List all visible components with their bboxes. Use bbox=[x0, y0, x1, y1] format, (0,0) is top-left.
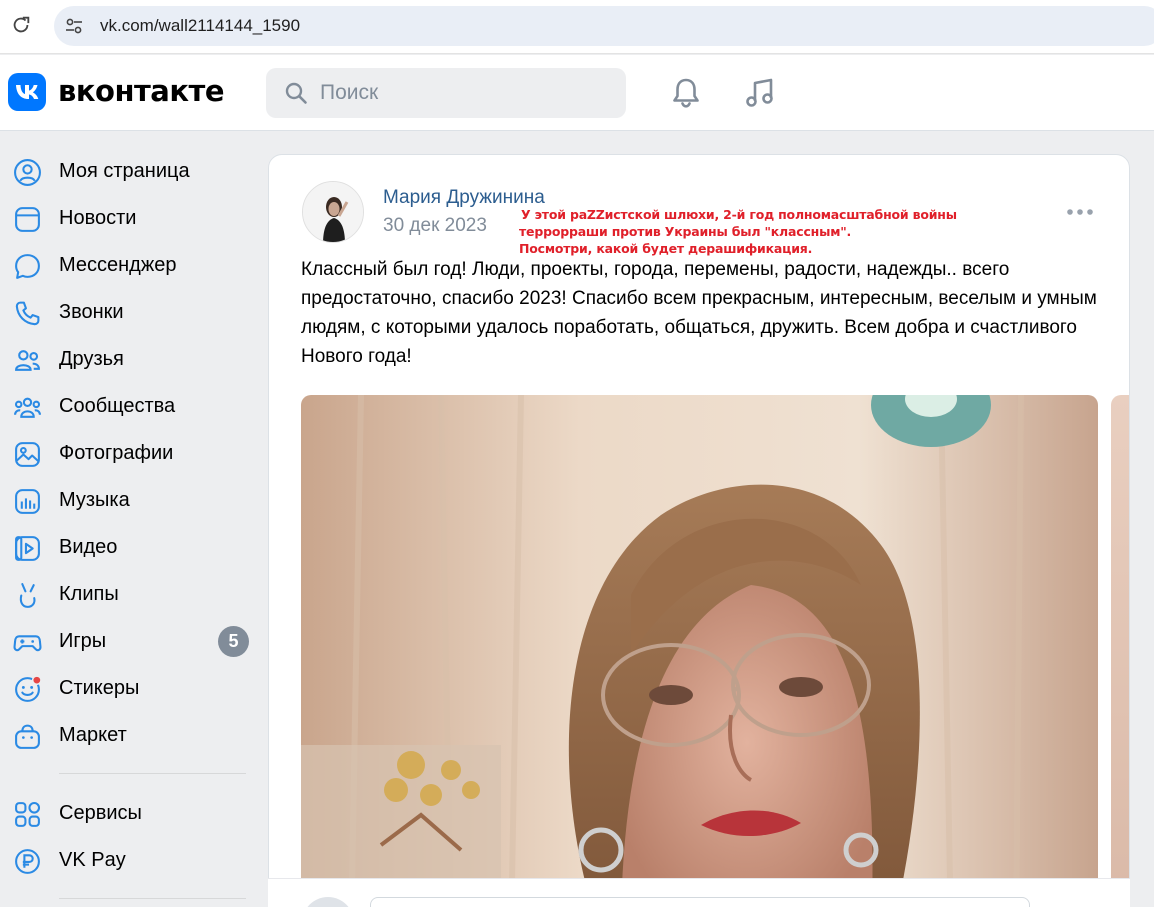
sidebar-item-games[interactable]: Игры 5 bbox=[0, 618, 260, 665]
sidebar-item-clips[interactable]: Клипы bbox=[0, 571, 260, 618]
friends-icon bbox=[15, 350, 40, 371]
sidebar-item-music[interactable]: Музыка bbox=[0, 477, 260, 524]
sidebar-item-label: Сообщества bbox=[59, 395, 176, 417]
phone-icon bbox=[15, 301, 40, 326]
sidebar-item-friends[interactable]: Друзья bbox=[0, 336, 260, 383]
newsfeed-icon bbox=[15, 207, 40, 232]
annotation-line: террорраши против Украины был "классным"… bbox=[519, 224, 852, 239]
current-user-avatar bbox=[302, 897, 354, 907]
sidebar-item-label: Игры bbox=[59, 630, 107, 652]
site-settings-icon[interactable] bbox=[64, 16, 84, 36]
post-photo[interactable] bbox=[301, 395, 1098, 907]
search-input[interactable] bbox=[320, 78, 610, 108]
notification-badge: 5 bbox=[218, 626, 249, 657]
more-options-icon[interactable] bbox=[1065, 205, 1095, 219]
stickers-icon bbox=[15, 675, 42, 702]
vk-logo-icon[interactable] bbox=[8, 73, 46, 111]
sidebar-item-label: Моя страница bbox=[59, 160, 190, 182]
sidebar-item-label: VK Pay bbox=[59, 849, 126, 871]
sidebar-item-stickers[interactable]: Стикеры bbox=[0, 665, 260, 712]
sidebar-item-label: Новости bbox=[59, 207, 137, 229]
post-card: Мария Дружинина 30 дек 2023 У этой раZZи… bbox=[268, 154, 1130, 907]
next-photo-preview[interactable] bbox=[1111, 395, 1129, 907]
sidebar-item-label: Видео bbox=[59, 536, 118, 558]
logo-text[interactable]: вконтакте bbox=[58, 74, 225, 108]
sidebar-item-label: Клипы bbox=[59, 583, 119, 605]
music-icon bbox=[15, 489, 40, 514]
video-icon bbox=[15, 536, 40, 561]
url-text[interactable]: vk.com/wall2114144_1590 bbox=[100, 16, 300, 36]
sidebar-item-label: Друзья bbox=[59, 348, 124, 370]
sidebar-item-services[interactable]: Сервисы bbox=[0, 790, 260, 837]
communities-icon bbox=[14, 397, 41, 418]
site-header: вконтакте bbox=[0, 55, 1154, 131]
sidebar-item-label: Фотографии bbox=[59, 442, 174, 464]
sidebar-item-label: Маркет bbox=[59, 724, 127, 746]
sidebar-item-news[interactable]: Новости bbox=[0, 195, 260, 242]
sidebar-item-video[interactable]: Видео bbox=[0, 524, 260, 571]
sidebar-item-calls[interactable]: Звонки bbox=[0, 289, 260, 336]
sidebar-item-label: Музыка bbox=[59, 489, 130, 511]
browser-toolbar: vk.com/wall2114144_1590 bbox=[0, 0, 1154, 54]
bell-icon[interactable] bbox=[668, 75, 704, 111]
sidebar-item-market[interactable]: Маркет bbox=[0, 712, 260, 759]
search-box[interactable] bbox=[266, 68, 626, 118]
market-icon bbox=[15, 724, 40, 749]
sidebar-item-my-page[interactable]: Моя страница bbox=[0, 148, 260, 195]
message-icon bbox=[15, 254, 40, 279]
sidebar-item-label: Стикеры bbox=[59, 677, 140, 699]
reload-icon[interactable] bbox=[10, 14, 32, 36]
sidebar-item-label: Мессенджер bbox=[59, 254, 177, 276]
address-bar[interactable]: vk.com/wall2114144_1590 bbox=[54, 6, 1154, 46]
games-icon bbox=[13, 635, 42, 652]
user-circle-icon bbox=[14, 159, 41, 186]
post-date[interactable]: 30 дек 2023 bbox=[383, 215, 487, 237]
sidebar-divider bbox=[59, 773, 246, 774]
search-icon bbox=[285, 82, 307, 104]
sidebar-item-communities[interactable]: Сообщества bbox=[0, 383, 260, 430]
sidebar-divider bbox=[59, 898, 246, 899]
clips-icon bbox=[19, 583, 36, 608]
overlay-annotation: У этой раZZистской шлюхи, 2-й год полном… bbox=[519, 206, 957, 257]
photos-icon bbox=[15, 442, 40, 467]
sidebar-item-label: Сервисы bbox=[59, 802, 142, 824]
annotation-line: У этой раZZистской шлюхи, 2-й год полном… bbox=[521, 207, 957, 222]
sidebar-item-vkpay[interactable]: VK Pay bbox=[0, 837, 260, 884]
sidebar-item-messenger[interactable]: Мессенджер bbox=[0, 242, 260, 289]
services-icon bbox=[15, 801, 41, 827]
comment-input[interactable] bbox=[370, 897, 1030, 907]
comment-bar bbox=[268, 878, 1130, 907]
author-avatar[interactable] bbox=[302, 181, 364, 243]
sidebar-item-photos[interactable]: Фотографии bbox=[0, 430, 260, 477]
sidebar-item-label: Звонки bbox=[59, 301, 124, 323]
vkpay-icon bbox=[15, 849, 40, 874]
left-navigation: Моя страница Новости Мессенджер Звонки Д… bbox=[0, 148, 260, 907]
post-text: Классный был год! Люди, проекты, города,… bbox=[301, 259, 1097, 367]
music-icon[interactable] bbox=[742, 75, 778, 111]
